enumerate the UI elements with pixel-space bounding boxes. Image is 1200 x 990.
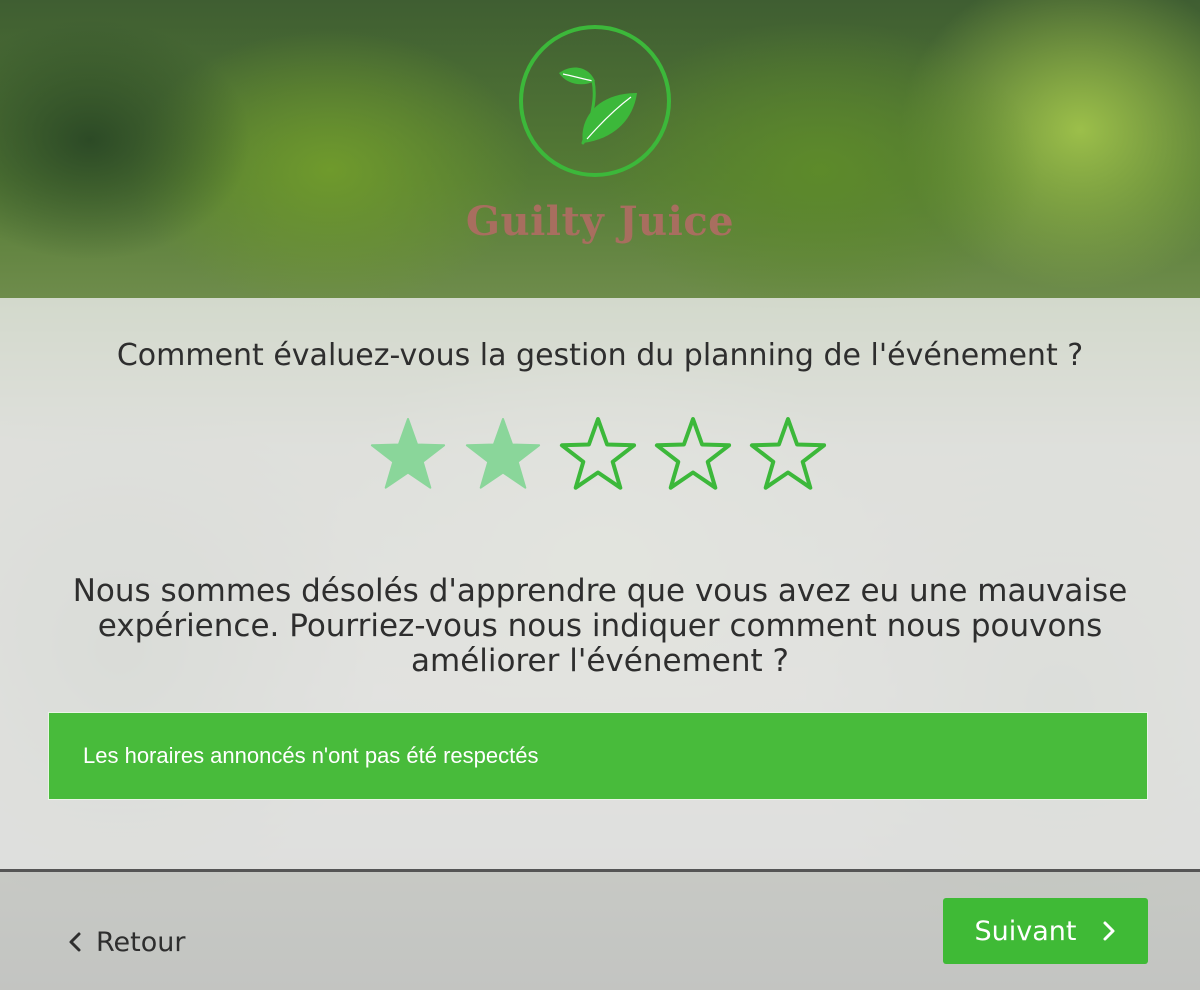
star-rating[interactable] [368,416,838,496]
next-button[interactable]: Suivant [943,898,1148,964]
star-icon[interactable] [463,416,543,496]
chevron-right-icon [1103,921,1115,941]
star-icon[interactable] [368,416,448,496]
leaves-icon [559,67,637,145]
answer-input[interactable] [48,712,1148,800]
logo [519,25,671,177]
header-banner: Guilty Juice [0,0,1200,298]
footer-nav: Retour Suivant [0,872,1200,990]
chevron-left-icon [69,932,81,952]
followup-text: Nous sommes désolés d'apprendre que vous… [72,573,1128,679]
star-icon[interactable] [558,416,638,496]
question-text: Comment évaluez-vous la gestion du plann… [116,338,1084,373]
back-button[interactable]: Retour [68,922,185,962]
star-icon[interactable] [748,416,828,496]
back-label: Retour [96,926,186,958]
next-label: Suivant [974,915,1077,947]
survey-page: Guilty Juice Comment évaluez-vous la ges… [0,0,1200,990]
survey-panel: Comment évaluez-vous la gestion du plann… [0,298,1200,870]
brand-name: Guilty Juice [465,198,735,245]
star-icon[interactable] [653,416,733,496]
